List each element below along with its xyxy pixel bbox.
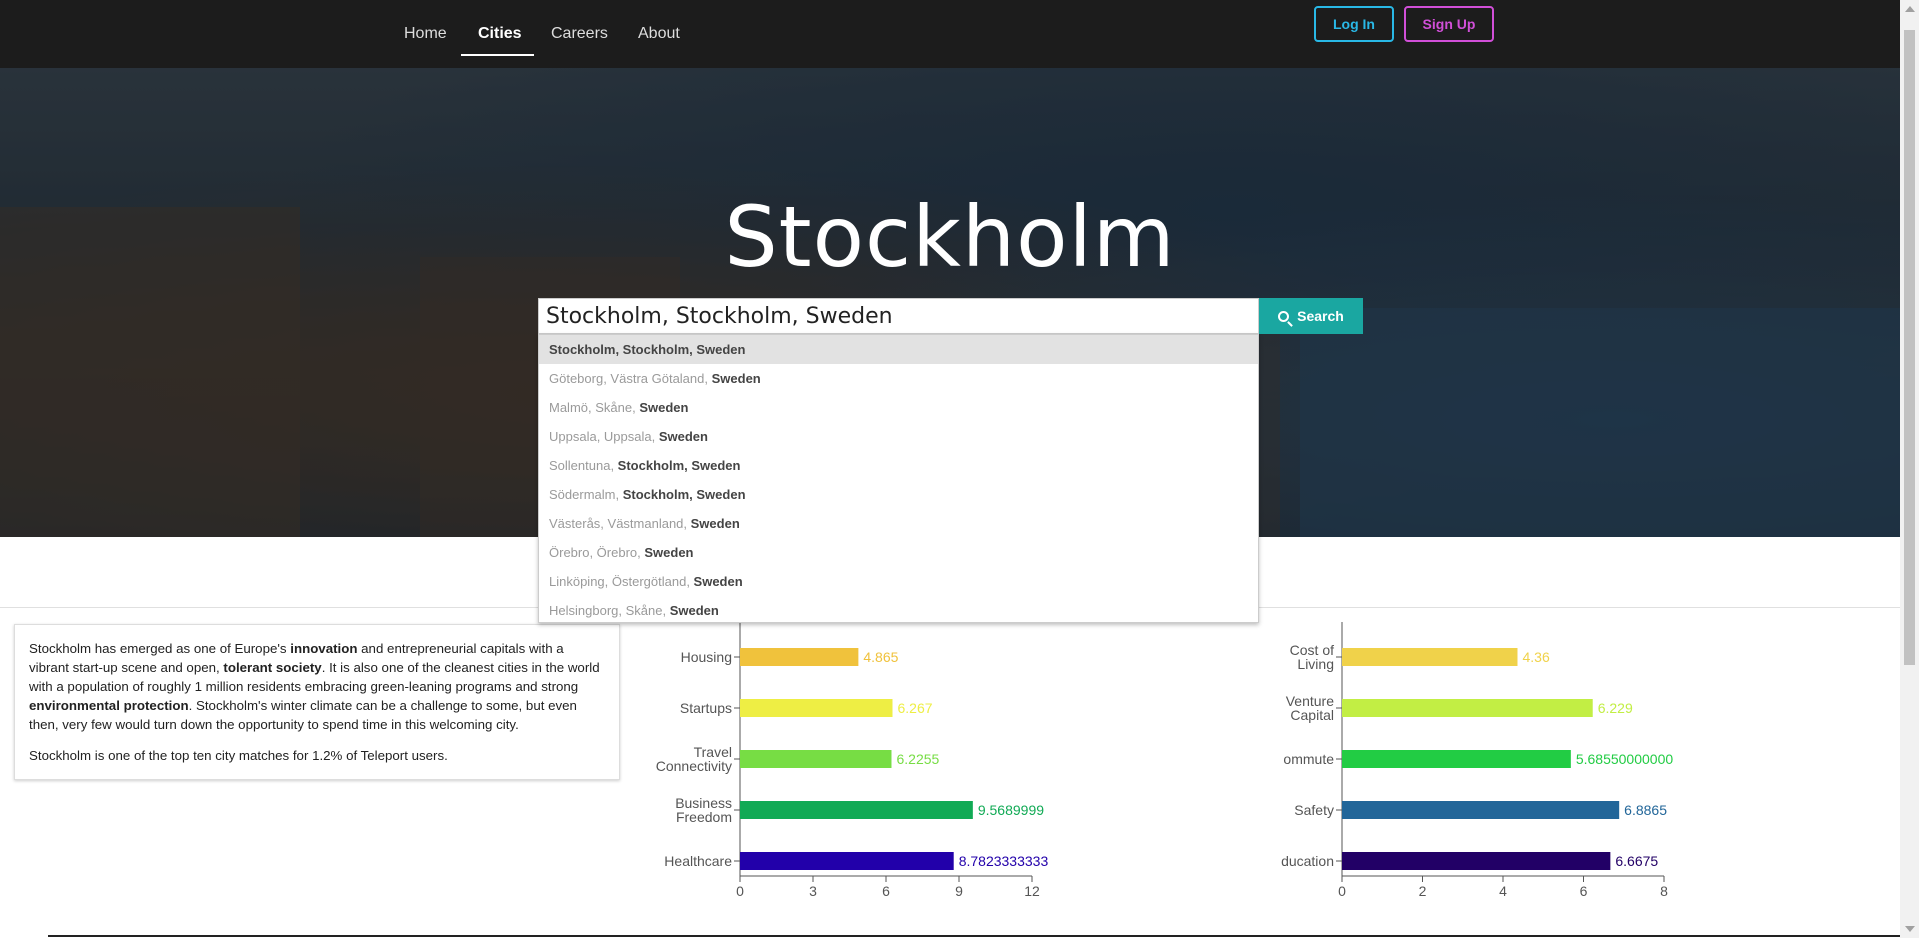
nav-about[interactable]: About bbox=[638, 0, 680, 56]
bar bbox=[740, 648, 859, 666]
bar bbox=[1342, 852, 1611, 870]
suggestion-prefix: Södermalm, bbox=[549, 487, 623, 502]
suggestion-item[interactable]: Sollentuna, Stockholm, Sweden bbox=[539, 451, 1258, 480]
category-label: Living bbox=[1297, 656, 1334, 672]
bar-value-label: 5.68550000000 bbox=[1576, 751, 1674, 767]
bar-value-label: 6.267 bbox=[897, 700, 932, 716]
nav-active-underline bbox=[461, 54, 534, 56]
scroll-thumb[interactable] bbox=[1904, 30, 1915, 665]
bar bbox=[740, 852, 954, 870]
suggestion-match: Sweden bbox=[669, 603, 719, 618]
scrollbar[interactable] bbox=[1900, 0, 1919, 938]
suggestion-prefix: Linköping, Östergötland, bbox=[549, 574, 694, 589]
suggestion-prefix: Sollentuna, bbox=[549, 458, 618, 473]
nav-home[interactable]: Home bbox=[404, 0, 447, 56]
suggestion-item[interactable]: Södermalm, Stockholm, Sweden bbox=[539, 480, 1258, 509]
suggestion-prefix: Helsingborg, Skåne, bbox=[549, 603, 670, 618]
bar-value-label: 6.6675 bbox=[1615, 853, 1658, 869]
scroll-down-arrow-icon[interactable] bbox=[1905, 926, 1915, 932]
nav-cities[interactable]: Cities bbox=[478, 0, 522, 56]
bar-value-label: 4.36 bbox=[1522, 649, 1549, 665]
suggestion-match: Sweden bbox=[690, 516, 740, 531]
scroll-up-arrow-icon[interactable] bbox=[1905, 6, 1915, 12]
x-tick-label: 0 bbox=[736, 883, 744, 899]
x-tick-label: 3 bbox=[809, 883, 817, 899]
bar-value-label: 4.865 bbox=[863, 649, 898, 665]
search-button[interactable]: Search bbox=[1259, 298, 1363, 334]
suggestion-item[interactable]: Helsingborg, Skåne, Sweden bbox=[539, 596, 1258, 625]
summary-highlight: tolerant society bbox=[223, 660, 322, 675]
suggestion-prefix: Göteborg, Västra Götaland, bbox=[549, 371, 712, 386]
suggestion-match: Stockholm, Sweden bbox=[617, 458, 741, 473]
category-label: Startups bbox=[680, 700, 732, 716]
category-label: ommute bbox=[1283, 751, 1334, 767]
search-suggestions-dropdown: Stockholm, Stockholm, Sweden Göteborg, V… bbox=[538, 334, 1259, 623]
bar bbox=[740, 750, 892, 768]
suggestion-item[interactable]: Linköping, Östergötland, Sweden bbox=[539, 567, 1258, 596]
bar bbox=[1342, 750, 1571, 768]
category-label: Healthcare bbox=[664, 853, 732, 869]
summary-text: Stockholm has emerged as one of Europe's bbox=[29, 641, 291, 656]
suggestion-prefix: Örebro, Örebro, bbox=[549, 545, 645, 560]
x-tick-label: 6 bbox=[882, 883, 890, 899]
x-tick-label: 9 bbox=[955, 883, 963, 899]
summary-match-stat: Stockholm is one of the top ten city mat… bbox=[29, 748, 448, 763]
bar-chart-svg: 0 2 4 6 8Cost ofLiving 4.36VentureCapital 6.22… bbox=[1281, 622, 1674, 899]
city-search-input[interactable] bbox=[538, 298, 1259, 334]
suggestion-prefix: Västerås, Västmanland, bbox=[549, 516, 691, 531]
suggestion-item[interactable]: Uppsala, Uppsala, Sweden bbox=[539, 422, 1258, 451]
suggestion-match: Sweden bbox=[639, 400, 689, 415]
quality-of-life-chart-left: 0 3 6 9 12 Housing 4.865 Startups 6.267 Travel Con… bbox=[640, 618, 1060, 908]
bar bbox=[1342, 699, 1593, 717]
bar-value-label: 8.7823333333 bbox=[959, 853, 1049, 869]
suggestion-match: Sweden bbox=[644, 545, 694, 560]
bar-value-label: 9.5689999 bbox=[978, 802, 1044, 818]
x-tick-label: 6 bbox=[1580, 883, 1588, 899]
suggestion-match: Stockholm, Sweden bbox=[622, 487, 746, 502]
x-tick-label: 8 bbox=[1660, 883, 1668, 899]
signup-button[interactable]: Sign Up bbox=[1404, 6, 1494, 42]
bar-value-label: 6.8865 bbox=[1624, 802, 1667, 818]
bar-value-label: 6.229 bbox=[1598, 700, 1633, 716]
summary-paragraph: Stockholm has emerged as one of Europe's… bbox=[29, 639, 605, 734]
suggestion-item[interactable]: Göteborg, Västra Götaland, Sweden bbox=[539, 364, 1258, 393]
x-tick-label: 2 bbox=[1419, 883, 1427, 899]
category-label: Connectivity bbox=[656, 758, 732, 774]
suggestion-prefix: Uppsala, Uppsala, bbox=[549, 429, 659, 444]
suggestion-match: Stockholm, Stockholm, Sweden bbox=[549, 342, 746, 357]
suggestion-item[interactable]: Örebro, Örebro, Sweden bbox=[539, 538, 1258, 567]
navbar: Home Cities Careers About Log In Sign Up bbox=[0, 0, 1900, 68]
city-summary-card: Stockholm has emerged as one of Europe's… bbox=[14, 624, 620, 780]
x-tick-label: 4 bbox=[1499, 883, 1507, 899]
suggestion-match: Sweden bbox=[658, 429, 708, 444]
city-title: Stockholm bbox=[724, 188, 1176, 286]
category-label: Safety bbox=[1294, 802, 1334, 818]
suggestion-prefix: Malmö, Skåne, bbox=[549, 400, 640, 415]
bar-value-label: 6.2255 bbox=[896, 751, 939, 767]
suggestion-item[interactable]: Stockholm, Stockholm, Sweden bbox=[539, 335, 1258, 364]
search-icon bbox=[1278, 311, 1290, 322]
nav-careers[interactable]: Careers bbox=[551, 0, 608, 56]
suggestion-item[interactable]: Västerås, Västmanland, Sweden bbox=[539, 509, 1258, 538]
category-label: Housing bbox=[681, 649, 732, 665]
bar bbox=[1342, 648, 1518, 666]
bar bbox=[740, 699, 893, 717]
suggestion-match: Sweden bbox=[711, 371, 761, 386]
summary-highlight: innovation bbox=[290, 641, 358, 656]
bar bbox=[1342, 801, 1620, 819]
login-button[interactable]: Log In bbox=[1314, 6, 1394, 42]
category-label: ducation bbox=[1281, 853, 1334, 869]
summary-highlight: environmental protection bbox=[29, 698, 189, 713]
suggestion-item[interactable]: Malmö, Skåne, Sweden bbox=[539, 393, 1258, 422]
x-tick-label: 12 bbox=[1024, 883, 1040, 899]
category-label: Capital bbox=[1290, 707, 1334, 723]
x-tick-label: 0 bbox=[1338, 883, 1346, 899]
suggestion-match: Sweden bbox=[693, 574, 743, 589]
page-bottom-border bbox=[48, 935, 1900, 937]
bar bbox=[740, 801, 973, 819]
quality-of-life-chart-right: 0 2 4 6 8 Cost of Living 4.36 Venture Capital 6.22… bbox=[1240, 618, 1690, 908]
search-button-label: Search bbox=[1297, 308, 1344, 324]
bar-chart-svg: 0 3 6 9 12Housing 4.865Startups 6.267TravelCon… bbox=[656, 622, 1049, 899]
category-label: Freedom bbox=[676, 809, 732, 825]
